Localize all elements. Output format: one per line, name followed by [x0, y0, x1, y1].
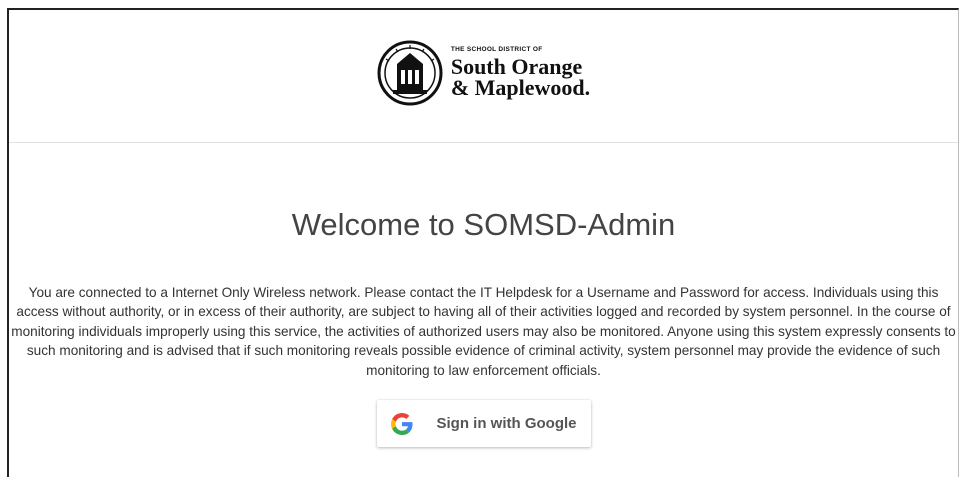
- access-notice: You are connected to a Internet Only Wir…: [11, 285, 956, 378]
- page-title: Welcome to SOMSD-Admin: [291, 207, 676, 242]
- district-seal-icon: [377, 40, 443, 106]
- page-frame: THE SCHOOL DISTRICT OF South Orange & Ma…: [7, 8, 959, 477]
- google-g-icon: [390, 412, 413, 435]
- logo-line-2: & Maplewood.: [450, 74, 591, 100]
- google-sign-in-label: Sign in with Google: [436, 415, 577, 433]
- google-sign-in-button[interactable]: Sign in with Google: [376, 400, 591, 448]
- district-logo: THE SCHOOL DISTRICT OF South Orange & Ma…: [377, 40, 590, 106]
- header: THE SCHOOL DISTRICT OF South Orange & Ma…: [9, 10, 958, 143]
- logo-small-text: THE SCHOOL DISTRICT OF: [450, 46, 543, 54]
- sign-in-container: Sign in with Google: [9, 400, 958, 448]
